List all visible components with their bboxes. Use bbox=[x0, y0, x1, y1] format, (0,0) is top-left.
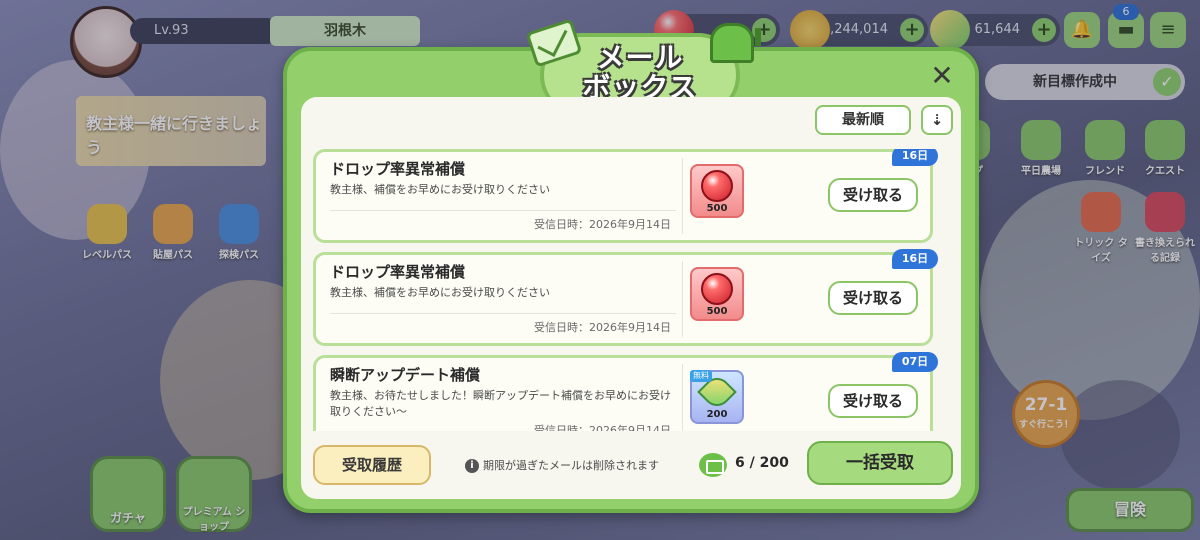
title-line-1: メール bbox=[596, 41, 684, 74]
mail-body: 教主様、補償をお早めにお受け取りください bbox=[330, 183, 550, 196]
claim-button[interactable]: 受け取る bbox=[828, 384, 918, 418]
divider bbox=[682, 364, 683, 431]
info-icon: i bbox=[465, 459, 479, 473]
claim-button[interactable]: 受け取る bbox=[828, 178, 918, 212]
divider bbox=[330, 210, 676, 211]
mailbox-footer: 受取履歴 i 期限が過ぎたメールは削除されます 6 / 200 一括受取 bbox=[313, 441, 955, 491]
red-jelly-icon bbox=[701, 170, 733, 202]
notice-text: 期限が過ぎたメールは削除されます bbox=[483, 459, 659, 472]
days-left-badge: 16日 bbox=[892, 249, 938, 269]
mail-title: ドロップ率異常補償 bbox=[330, 160, 466, 178]
sort-button[interactable]: 最新順 bbox=[815, 105, 911, 135]
mail-body: 教主様、補償をお早めにお受け取りください bbox=[330, 286, 550, 299]
mail-item: ドロップ率異常補償 教主様、補償をお早めにお受け取りください 受信日時：2026… bbox=[313, 249, 938, 346]
free-tag: 無料 bbox=[690, 370, 712, 382]
divider bbox=[330, 313, 676, 314]
mail-title: 瞬断アップデート補償 bbox=[330, 366, 481, 384]
reward-slot: 200 無料 bbox=[690, 370, 744, 424]
title-text: メール ボックス bbox=[540, 43, 740, 103]
reward-quantity: 500 bbox=[706, 306, 728, 317]
reward-slot: 500 bbox=[690, 164, 744, 218]
mail-count: 6 / 200 bbox=[735, 455, 789, 471]
divider bbox=[682, 158, 683, 234]
mail-item: ドロップ率異常補償 教主様、補償をお早めにお受け取りください 受信日時：2026… bbox=[313, 149, 938, 243]
mail-count-icon bbox=[699, 453, 727, 477]
divider bbox=[682, 261, 683, 337]
mail-list[interactable]: ドロップ率異常補償 教主様、補償をお早めにお受け取りください 受信日時：2026… bbox=[313, 149, 945, 431]
reward-quantity: 500 bbox=[706, 203, 728, 214]
mailbox-modal: メール ボックス ✕ 最新順 ⇣ ドロップ率異常補償 教主様、補償をお早めにお受… bbox=[283, 18, 979, 513]
claim-button[interactable]: 受け取る bbox=[828, 281, 918, 315]
days-left-badge: 07日 bbox=[892, 352, 938, 372]
receive-history-button[interactable]: 受取履歴 bbox=[313, 445, 431, 485]
sort-order-icon[interactable]: ⇣ bbox=[921, 105, 953, 135]
mail-date: 受信日時：2026年9月14日 bbox=[534, 424, 671, 431]
days-left-badge: 16日 bbox=[892, 149, 938, 166]
red-jelly-icon bbox=[701, 273, 733, 305]
claim-all-button[interactable]: 一括受取 bbox=[807, 441, 953, 485]
mail-item: 瞬断アップデート補償 教主様、お待たせしました！瞬断アップデート補償をお早めにお… bbox=[313, 352, 938, 431]
mail-date: 受信日時：2026年9月14日 bbox=[534, 321, 671, 334]
mail-panel: 最新順 ⇣ ドロップ率異常補償 教主様、補償をお早めにお受け取りください 受信日… bbox=[301, 97, 961, 499]
mail-date: 受信日時：2026年9月14日 bbox=[534, 218, 671, 231]
mail-body: 教主様、お待たせしました！瞬断アップデート補償をお早めにお受け取りください～ bbox=[330, 389, 671, 418]
reward-quantity: 200 bbox=[706, 409, 728, 420]
reward-slot: 500 bbox=[690, 267, 744, 321]
mail-title: ドロップ率異常補償 bbox=[330, 263, 466, 281]
expiry-notice: i 期限が過ぎたメールは削除されます bbox=[465, 457, 659, 473]
close-icon[interactable]: ✕ bbox=[927, 61, 957, 91]
